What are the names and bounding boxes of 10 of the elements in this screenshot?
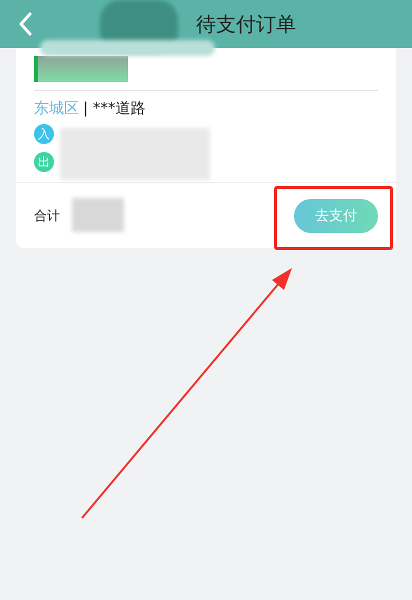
logo-icon [34,56,128,82]
back-icon[interactable] [18,12,32,36]
pay-button[interactable]: 去支付 [294,198,378,232]
district-link[interactable]: 东城区 [34,99,79,118]
stop-badge: 入 [34,124,54,144]
total-label: 合计 [34,208,60,224]
stop-badge: 出 [34,152,54,172]
address-text: | ***道路 [83,99,146,118]
redaction-blur [72,198,124,232]
page-title: 待支付订单 [196,10,296,38]
